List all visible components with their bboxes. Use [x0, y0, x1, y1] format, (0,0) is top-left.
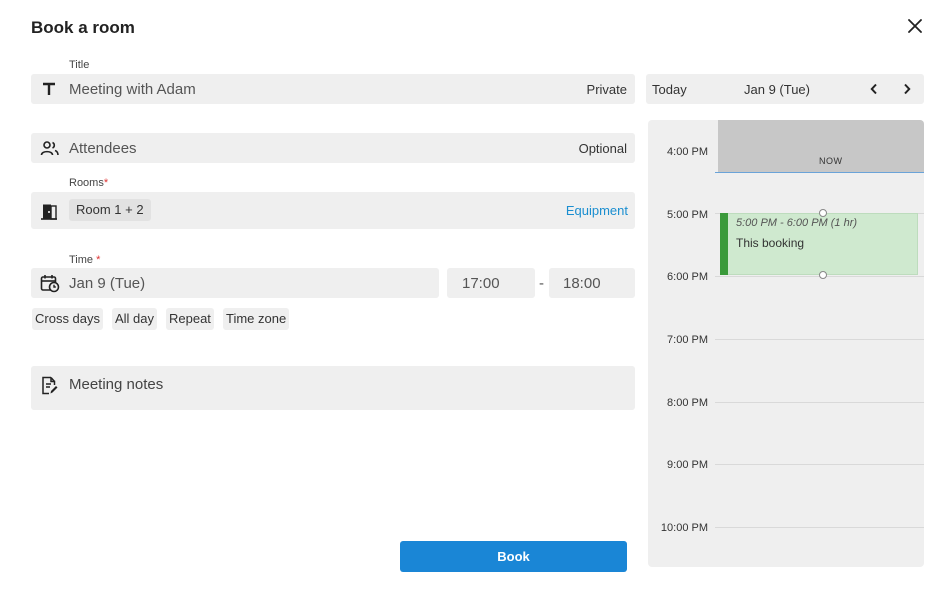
end-time-input[interactable]: 18:00 [563, 275, 601, 292]
optional-toggle[interactable]: Optional [579, 141, 627, 156]
booking-event[interactable]: 5:00 PM - 6:00 PM (1 hr) This booking [720, 213, 918, 275]
hour-line [715, 527, 924, 528]
title-field[interactable]: Meeting with Adam Private [31, 74, 635, 104]
title-input[interactable]: Meeting with Adam [69, 81, 196, 98]
dialog-title: Book a room [31, 18, 135, 37]
calendar-clock-icon [39, 273, 61, 293]
event-resize-handle-bottom[interactable] [819, 271, 827, 279]
date-field[interactable]: Jan 9 (Tue) [31, 268, 439, 298]
meeting-notes-input[interactable]: Meeting notes [69, 376, 163, 393]
hour-label: 4:00 PM [667, 146, 708, 158]
start-time-field[interactable]: 17:00 [447, 268, 535, 298]
attendees-field[interactable]: Attendees Optional [31, 133, 635, 163]
people-icon [39, 138, 61, 158]
time-zone-option[interactable]: Time zone [223, 308, 290, 330]
all-day-option[interactable]: All day [112, 308, 158, 330]
prev-day-button[interactable] [866, 81, 882, 97]
room-chip[interactable]: Room 1 + 2 [69, 199, 151, 221]
required-marker: * [96, 254, 101, 266]
today-button[interactable]: Today [652, 82, 687, 97]
text-type-icon [39, 80, 59, 98]
meeting-notes-field[interactable]: Meeting notes [31, 366, 635, 410]
calendar-nav: Today Jan 9 (Tue) [646, 74, 924, 104]
now-label: NOW [819, 156, 843, 166]
hour-line [715, 402, 924, 403]
cross-days-option[interactable]: Cross days [32, 308, 104, 330]
hour-label: 7:00 PM [667, 334, 708, 346]
hour-line [715, 339, 924, 340]
calendar-date-label: Jan 9 (Tue) [744, 82, 810, 97]
date-input[interactable]: Jan 9 (Tue) [69, 275, 145, 292]
door-icon [39, 201, 59, 221]
event-color-bar [720, 213, 728, 275]
day-calendar[interactable]: NOW 4:00 PM 5:00 PM 6:00 PM 7:00 PM 8:00… [648, 120, 924, 567]
hour-label: 6:00 PM [667, 271, 708, 283]
repeat-option[interactable]: Repeat [166, 308, 214, 330]
close-button[interactable] [904, 15, 926, 37]
next-day-button[interactable] [899, 81, 915, 97]
private-toggle[interactable]: Private [587, 82, 627, 97]
event-title: This booking [736, 236, 805, 250]
chevron-right-icon [904, 83, 911, 95]
rooms-label: Rooms* [69, 177, 109, 189]
start-time-input[interactable]: 17:00 [462, 275, 500, 292]
note-edit-icon [39, 375, 59, 395]
time-label: Time * [69, 254, 101, 266]
equipment-link[interactable]: Equipment [566, 203, 628, 218]
event-resize-handle-top[interactable] [819, 209, 827, 217]
hour-label: 8:00 PM [667, 397, 708, 409]
attendees-input[interactable]: Attendees [69, 140, 137, 157]
hour-line [715, 464, 924, 465]
hour-label: 9:00 PM [667, 459, 708, 471]
event-time: 5:00 PM - 6:00 PM (1 hr) [736, 217, 858, 229]
close-icon [908, 19, 922, 33]
title-label: Title [69, 59, 90, 71]
rooms-field[interactable]: Room 1 + 2 Equipment [31, 192, 635, 229]
required-marker: * [103, 177, 109, 189]
time-separator: - [539, 275, 544, 292]
hour-label: 10:00 PM [660, 522, 708, 534]
book-button[interactable]: Book [400, 541, 627, 572]
chevron-left-icon [870, 83, 877, 95]
hour-label: 5:00 PM [667, 209, 708, 221]
now-indicator [715, 172, 924, 173]
end-time-field[interactable]: 18:00 [549, 268, 635, 298]
